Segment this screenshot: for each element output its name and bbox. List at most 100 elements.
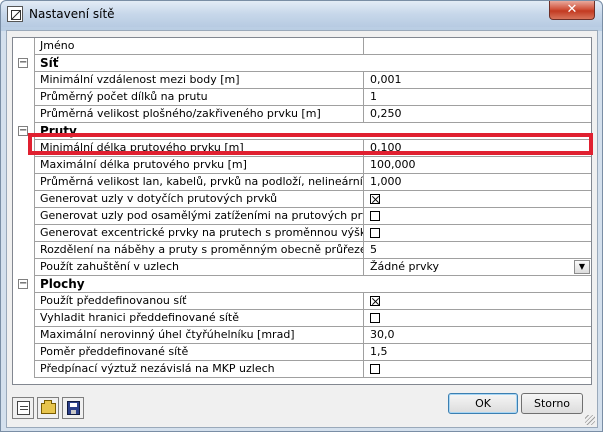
property-row[interactable]: Použít zahuštění v uzlech Žádné prvky ▼	[13, 259, 591, 276]
property-value[interactable]: 0,100	[363, 140, 591, 156]
property-name: Generovat uzly pod osamělými zatíženími …	[40, 209, 363, 222]
property-row[interactable]: Maximální nerovinný úhel čtyřúhelníku [m…	[13, 327, 591, 344]
property-value[interactable]: 1,000	[363, 174, 591, 190]
property-name: Vyhladit hranici předdefinované sítě	[40, 311, 239, 324]
property-checkbox-cell[interactable]	[363, 225, 591, 241]
value-text: 1,000	[370, 175, 402, 188]
property-name: Jméno	[40, 39, 75, 52]
property-grid-rows: Jméno − Síť Minimální vzdálenost mezi body …	[13, 38, 591, 378]
chevron-down-icon[interactable]: ▼	[574, 260, 590, 274]
property-name: Předpínací výztuž nezávislá na MKP uzlec…	[40, 362, 275, 375]
property-row[interactable]: Rozdělení na náběhy a pruty s proměnným …	[13, 242, 591, 259]
property-name: Maximální nerovinný úhel čtyřúhelníku [m…	[40, 328, 295, 341]
title-bar[interactable]: Nastavení sítě ✕	[1, 1, 602, 27]
property-name: Generovat uzly v dotyčích prutových prvk…	[40, 192, 278, 205]
value-text: 0,001	[370, 73, 402, 86]
row-gutter	[13, 157, 35, 174]
property-row[interactable]: Minimální délka prutového prvku [m] 0,100	[13, 140, 591, 157]
row-gutter: −	[13, 55, 35, 72]
checkbox-unchecked[interactable]	[370, 211, 380, 221]
close-button[interactable]: ✕	[549, 1, 595, 20]
row-gutter	[13, 191, 35, 208]
row-gutter	[13, 174, 35, 191]
open-button[interactable]	[37, 397, 59, 419]
category-row[interactable]: − Pruty	[13, 123, 591, 140]
checkbox-unchecked[interactable]	[370, 228, 380, 238]
property-row[interactable]: Průměrný počet dílků na prutu 1	[13, 89, 591, 106]
value-text: 100,000	[370, 158, 416, 171]
window-title: Nastavení sítě	[29, 7, 115, 21]
property-value[interactable]: 0,250	[363, 106, 591, 122]
property-value[interactable]: 1	[363, 89, 591, 105]
app-icon	[7, 6, 23, 22]
property-name: Minimální délka prutového prvku [m]	[40, 141, 244, 154]
row-gutter	[13, 259, 35, 276]
row-gutter	[13, 344, 35, 361]
save-button[interactable]	[62, 397, 84, 419]
property-checkbox-cell[interactable]	[363, 191, 591, 207]
row-gutter	[13, 72, 35, 89]
property-name: Generovat excentrické prvky na prutech s…	[40, 226, 363, 239]
dialog-client-area: Jméno − Síť Minimální vzdálenost mezi body …	[6, 30, 598, 428]
cancel-button[interactable]: Storno	[521, 393, 583, 414]
category-row[interactable]: − Síť	[13, 55, 591, 72]
row-gutter	[13, 89, 35, 106]
collapse-toggle-icon[interactable]: −	[18, 58, 28, 68]
property-row[interactable]: Generovat excentrické prvky na prutech s…	[13, 225, 591, 242]
resize-grip[interactable]	[585, 415, 595, 425]
value-text: 0,250	[370, 107, 402, 120]
property-checkbox-cell[interactable]	[363, 361, 591, 377]
open-folder-icon	[41, 400, 56, 414]
checkbox-checked[interactable]	[370, 194, 380, 204]
row-gutter	[13, 242, 35, 259]
property-row[interactable]: Předpínací výztuž nezávislá na MKP uzlec…	[13, 361, 591, 378]
category-value-cell	[363, 55, 591, 71]
property-row[interactable]: Generovat uzly v dotyčích prutových prvk…	[13, 191, 591, 208]
ok-button[interactable]: OK	[448, 393, 518, 414]
category-row[interactable]: − Plochy	[13, 276, 591, 293]
property-value[interactable]: 5	[363, 242, 591, 258]
property-row[interactable]: Průměrná velikost lan, kabelů, prvků na …	[13, 174, 591, 191]
checkbox-checked[interactable]	[370, 296, 380, 306]
checkbox-unchecked[interactable]	[370, 313, 380, 323]
property-checkbox-cell[interactable]	[363, 208, 591, 224]
row-gutter	[13, 361, 35, 378]
property-name: Průměrná velikost lan, kabelů, prvků na …	[40, 175, 363, 188]
category-value-cell	[363, 276, 591, 292]
row-gutter	[13, 225, 35, 242]
row-gutter	[13, 310, 35, 327]
property-value[interactable]: 30,0	[363, 327, 591, 343]
row-gutter	[13, 327, 35, 344]
category-label: Pruty	[40, 124, 77, 138]
category-value-cell	[363, 123, 591, 139]
save-disk-icon	[67, 401, 80, 415]
property-value[interactable]: 1,5	[363, 344, 591, 360]
new-button[interactable]	[12, 397, 34, 419]
property-value[interactable]	[363, 38, 591, 54]
collapse-toggle-icon[interactable]: −	[18, 126, 28, 136]
property-row[interactable]: Průměrná velikost plošného/zakřiveného p…	[13, 106, 591, 123]
row-gutter	[13, 208, 35, 225]
property-row[interactable]: Vyhladit hranici předdefinované sítě	[13, 310, 591, 327]
property-row[interactable]: Použít předdefinovanou síť	[13, 293, 591, 310]
collapse-toggle-icon[interactable]: −	[18, 279, 28, 289]
new-document-icon	[17, 401, 30, 415]
property-dropdown[interactable]: Žádné prvky ▼	[363, 259, 591, 275]
property-name: Použít předdefinovanou síť	[40, 294, 187, 307]
property-checkbox-cell[interactable]	[363, 293, 591, 309]
property-row[interactable]: Minimální vzdálenost mezi body [m] 0,001	[13, 72, 591, 89]
dialog-window: Nastavení sítě ✕ Jméno − Síť Minimální vzdá…	[0, 0, 603, 432]
property-row[interactable]: Maximální délka prutového prvku [m] 100,0…	[13, 157, 591, 174]
row-gutter	[13, 38, 35, 55]
property-value[interactable]: 0,001	[363, 72, 591, 88]
value-text: 1	[370, 90, 377, 103]
row-gutter: −	[13, 276, 35, 293]
property-value[interactable]: 100,000	[363, 157, 591, 173]
value-text: 1,5	[370, 345, 388, 358]
property-row[interactable]: Jméno	[13, 38, 591, 55]
property-row[interactable]: Poměr předdefinované sítě 1,5	[13, 344, 591, 361]
checkbox-unchecked[interactable]	[370, 364, 380, 374]
property-row[interactable]: Generovat uzly pod osamělými zatíženími …	[13, 208, 591, 225]
property-checkbox-cell[interactable]	[363, 310, 591, 326]
value-text: 5	[370, 243, 377, 256]
